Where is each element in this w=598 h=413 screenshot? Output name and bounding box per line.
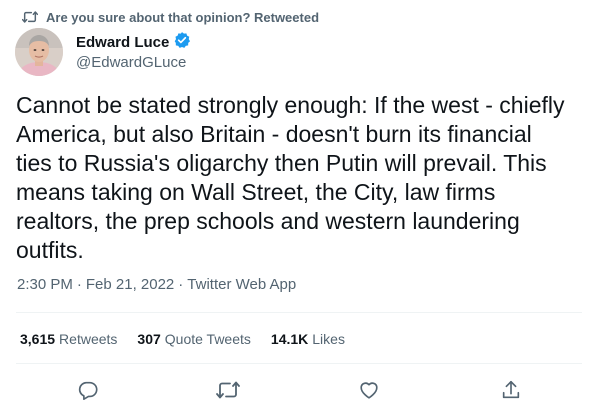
share-button[interactable] <box>497 376 525 404</box>
retweet-icon <box>22 10 38 24</box>
social-context-text: Are you sure about that opinion? Retweet… <box>46 9 320 25</box>
reply-icon <box>77 379 99 401</box>
retweets-count: 3,615 <box>20 331 56 347</box>
tweet-date[interactable]: Feb 21, 2022 <box>86 276 174 293</box>
quote-tweets-label: Quote Tweets <box>164 331 251 347</box>
divider <box>16 312 582 313</box>
meta-separator: · <box>76 276 82 293</box>
tweet-source[interactable]: Twitter Web App <box>187 276 296 293</box>
retweets-label: Retweets <box>59 331 118 347</box>
author-display-name[interactable]: Edward Luce <box>76 34 169 51</box>
retweet-button[interactable] <box>214 376 242 404</box>
tweet-text-line: Cannot be stated strongly enough: If the… <box>16 92 565 118</box>
tweet-text-line: outfits. <box>16 237 84 263</box>
tweet-text: Cannot be stated strongly enough: If the… <box>16 91 576 265</box>
likes-label: Likes <box>312 331 345 347</box>
like-button[interactable] <box>355 376 383 404</box>
social-context[interactable]: Are you sure about that opinion? Retweet… <box>22 8 319 26</box>
tweet-text-line: ties to Russia's oligarchy then Putin wi… <box>16 150 547 176</box>
likes-stat[interactable]: 14.1K Likes <box>271 331 345 347</box>
tweet-stats: 3,615 Retweets 307 Quote Tweets 14.1K Li… <box>20 331 345 347</box>
heart-icon <box>358 379 380 401</box>
likes-count: 14.1K <box>270 331 309 347</box>
action-bar <box>0 376 598 404</box>
quote-tweets-count: 307 <box>137 331 161 347</box>
retweets-stat[interactable]: 3,615 Retweets <box>20 331 117 347</box>
tweet-time[interactable]: 2:30 PM <box>17 276 73 293</box>
reply-button[interactable] <box>74 376 102 404</box>
tweet-text-line: means taking on Wall Street, the City, l… <box>16 179 496 205</box>
verified-badge-icon <box>173 31 191 54</box>
divider <box>16 363 582 364</box>
tweet-meta: 2:30 PM · Feb 21, 2022 · Twitter Web App <box>17 276 296 293</box>
tweet-text-line: America, but also Britain - doesn't burn… <box>16 121 532 147</box>
avatar[interactable] <box>15 28 63 76</box>
quote-tweets-stat[interactable]: 307 Quote Tweets <box>137 331 251 347</box>
tweet-text-line: realtors, the prep schools and western l… <box>16 208 520 234</box>
meta-separator: · <box>178 276 184 293</box>
retweet-icon <box>216 380 240 400</box>
share-icon <box>500 379 522 401</box>
author-block[interactable]: Edward Luce @EdwardGLuce <box>76 31 191 71</box>
author-handle[interactable]: @EdwardGLuce <box>76 54 191 71</box>
